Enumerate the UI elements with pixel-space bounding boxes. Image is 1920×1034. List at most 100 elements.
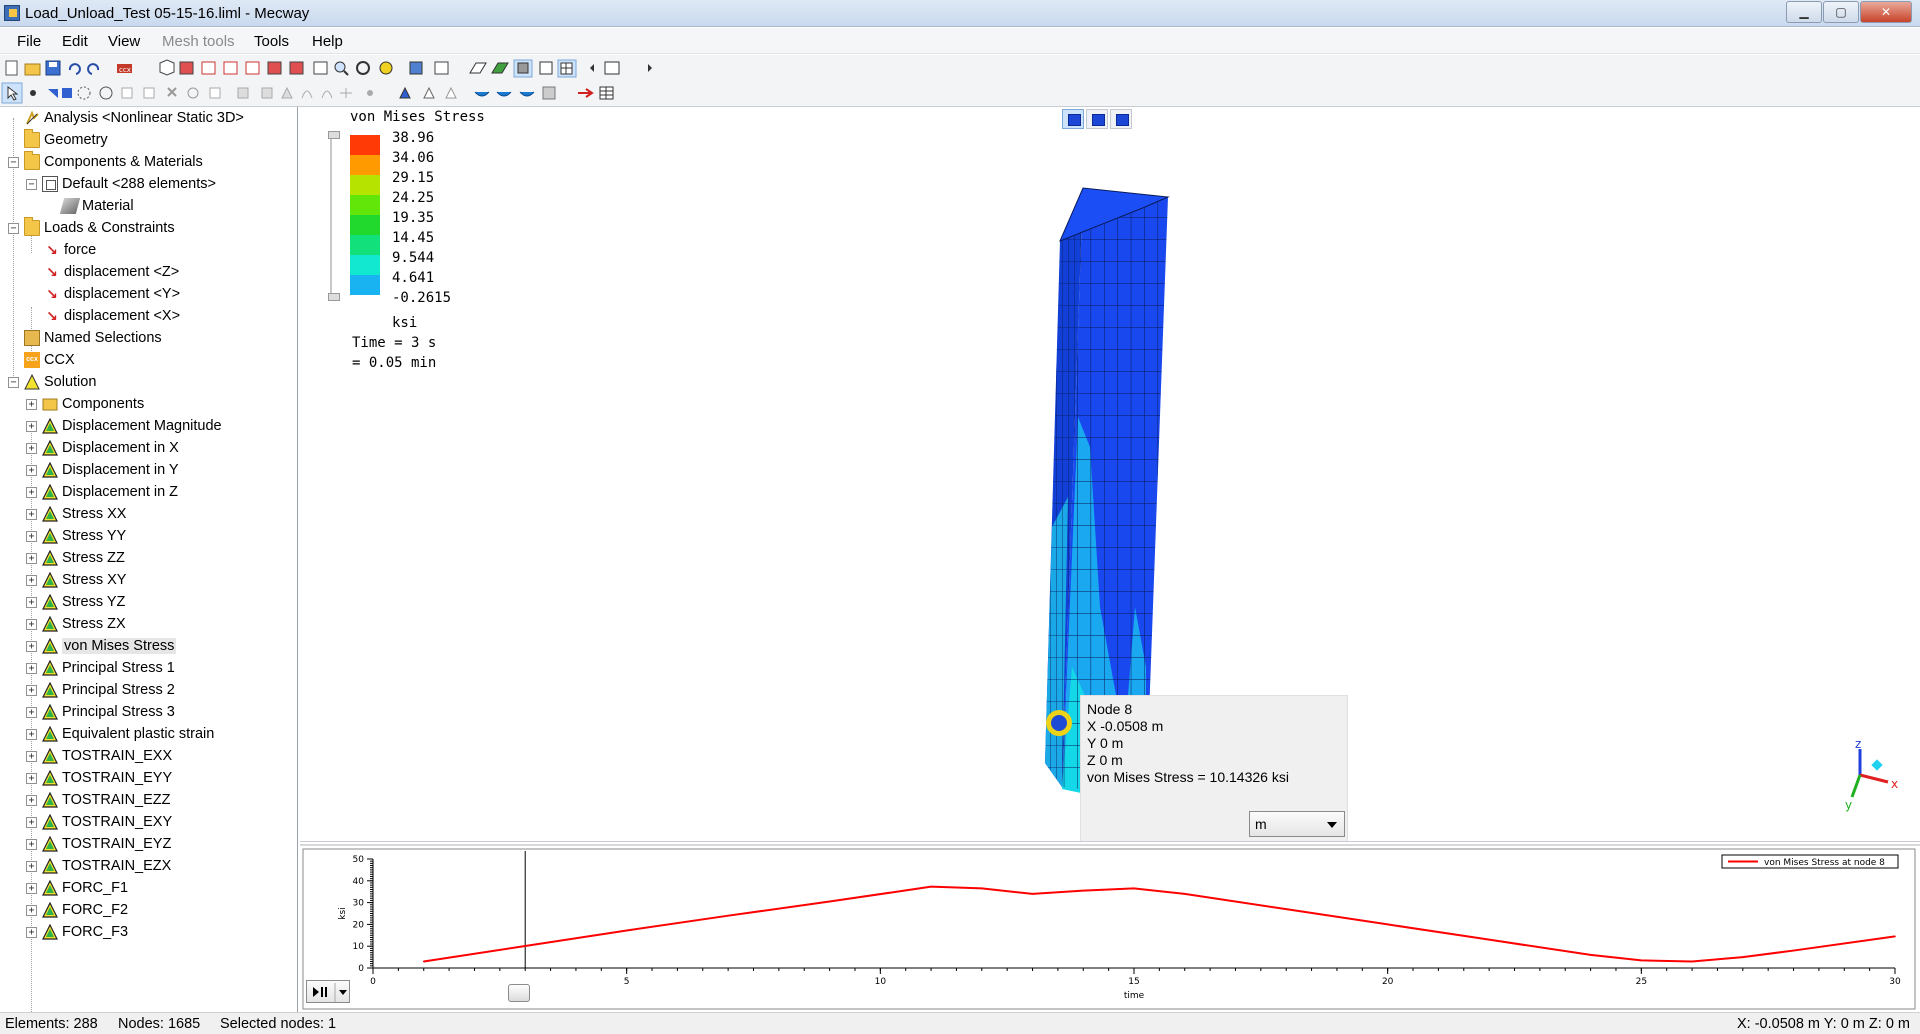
tree-item-solution-result[interactable]: + Stress ZX — [26, 613, 126, 635]
expand-toggle[interactable]: + — [26, 640, 37, 652]
select-all-icon[interactable] — [77, 86, 91, 100]
new-file-icon[interactable] — [5, 60, 18, 76]
select-arrow-icon[interactable] — [1, 82, 23, 104]
tree-item-solution-result[interactable]: + TOSTRAIN_EYZ — [26, 833, 171, 855]
expand-toggle[interactable]: + — [26, 508, 37, 520]
expand-toggle[interactable]: + — [26, 596, 37, 608]
expand-toggle[interactable]: + — [26, 838, 37, 850]
expand-toggle[interactable]: + — [26, 442, 37, 454]
solid-view-icon[interactable] — [513, 59, 533, 78]
extrude-icon[interactable] — [281, 86, 293, 99]
previous-icon[interactable] — [590, 64, 594, 72]
expand-toggle[interactable]: + — [26, 530, 37, 542]
split-icon[interactable] — [261, 87, 273, 99]
mirror-icon[interactable] — [340, 88, 352, 98]
minimize-button[interactable]: ▁ — [1786, 1, 1822, 23]
tree-item-components-materials[interactable]: − Components & Materials — [8, 151, 203, 173]
render-mode-icon[interactable] — [409, 61, 423, 75]
undo-icon[interactable] — [68, 63, 81, 75]
selected-node-marker[interactable] — [1046, 710, 1072, 736]
tree-item-solution-result[interactable]: + Principal Stress 1 — [26, 657, 175, 679]
tree-item-solution-result[interactable]: + Stress ZZ — [26, 547, 125, 569]
delete-icon[interactable] — [167, 87, 177, 97]
expand-toggle[interactable]: + — [26, 552, 37, 564]
next-icon[interactable] — [648, 64, 652, 72]
menu-edit[interactable]: Edit — [62, 33, 88, 50]
menu-help[interactable]: Help — [312, 33, 343, 50]
expand-toggle[interactable]: + — [26, 772, 37, 784]
tree-item-solution-result[interactable]: + TOSTRAIN_EZZ — [26, 789, 171, 811]
tree-item-solution-result[interactable]: + Displacement in Y — [26, 459, 179, 481]
select-mode-icon[interactable] — [434, 61, 449, 75]
tree-item-displacement-z[interactable]: ↘ displacement <Z> — [44, 261, 179, 283]
select-face-icon[interactable] — [62, 88, 72, 98]
tree-item-solution-result[interactable]: + FORC_F1 — [26, 877, 128, 899]
tree-item-solution-result[interactable]: + Stress XX — [26, 503, 126, 525]
expand-toggle[interactable]: + — [26, 420, 37, 432]
tree-item-solution-result[interactable]: + Displacement in Z — [26, 481, 178, 503]
explode-icon[interactable] — [99, 86, 113, 100]
collapse-toggle[interactable]: − — [8, 222, 19, 234]
triangle2-icon[interactable] — [445, 86, 457, 99]
pan-icon[interactable] — [379, 61, 393, 75]
expand-toggle[interactable]: + — [26, 794, 37, 806]
tree-item-solution-result[interactable]: + TOSTRAIN_EXX — [26, 745, 172, 767]
select-element-icon[interactable] — [48, 89, 58, 98]
tree-item-solution-result[interactable]: + Displacement Magnitude — [26, 415, 222, 437]
expand-toggle[interactable]: + — [26, 904, 37, 916]
tree-item-named-selections[interactable]: Named Selections — [24, 327, 162, 349]
expand-toggle[interactable]: + — [26, 816, 37, 828]
view-front-icon[interactable] — [179, 61, 194, 75]
tree-item-solution-result[interactable]: + Equivalent plastic strain — [26, 723, 214, 745]
close-button[interactable]: ✕ — [1860, 1, 1912, 23]
tree-item-force[interactable]: ↘ force — [44, 239, 96, 261]
zoom-fit-icon[interactable] — [313, 61, 328, 75]
view-iso-icon[interactable] — [159, 59, 175, 76]
redo-icon[interactable] — [87, 63, 100, 75]
tree-item-material[interactable]: Material — [59, 195, 134, 217]
wireframe-view-icon[interactable] — [539, 61, 553, 75]
menu-view[interactable]: View — [108, 33, 140, 50]
expand-toggle[interactable]: + — [26, 882, 37, 894]
solve-icon[interactable]: ccx — [117, 64, 132, 74]
bc-icon[interactable] — [399, 86, 411, 99]
expand-toggle[interactable]: + — [26, 750, 37, 762]
view-left-icon[interactable] — [223, 61, 238, 75]
tree-item-solution-result[interactable]: + Displacement in X — [26, 437, 179, 459]
view-back-icon[interactable] — [201, 61, 216, 75]
model-viewport[interactable]: von Mises Stress 38.96 34.06 29.15 24.25 19.… — [300, 107, 1920, 842]
tree-item-solution-result[interactable]: + Principal Stress 2 — [26, 679, 175, 701]
expand-toggle[interactable]: + — [26, 860, 37, 872]
menu-tools[interactable]: Tools — [254, 33, 289, 50]
hide-icon[interactable] — [121, 87, 133, 99]
refine-icon[interactable] — [542, 86, 556, 100]
pattern-icon[interactable] — [367, 90, 373, 96]
table-icon[interactable] — [599, 86, 614, 100]
zoom-icon[interactable] — [334, 61, 349, 76]
tree-item-solution-result[interactable]: + Stress YZ — [26, 591, 125, 613]
cut-icon[interactable] — [187, 87, 199, 99]
view-bottom-icon[interactable] — [289, 61, 304, 75]
time-slider-thumb[interactable] — [508, 984, 530, 1002]
shell-icon[interactable] — [496, 91, 512, 97]
tree-item-solution-result[interactable]: + Principal Stress 3 — [26, 701, 175, 723]
save-icon[interactable] — [45, 60, 61, 76]
tree-item-solution[interactable]: − Solution — [8, 371, 96, 393]
view-top-icon[interactable] — [267, 61, 282, 75]
expand-toggle[interactable]: + — [26, 728, 37, 740]
tree-item-solution-result[interactable]: + TOSTRAIN_EZX — [26, 855, 171, 877]
box-icon[interactable] — [143, 87, 155, 99]
collapse-toggle[interactable]: − — [8, 156, 19, 168]
tree-item-geometry[interactable]: Geometry — [8, 129, 108, 151]
rotate-icon[interactable] — [356, 61, 370, 75]
maximize-button[interactable]: ▢ — [1823, 1, 1859, 23]
tree-item-solution-result[interactable]: + FORC_F2 — [26, 899, 128, 921]
expand-toggle[interactable]: + — [26, 464, 37, 476]
view-right-icon[interactable] — [245, 61, 260, 75]
tree-item-solution-result[interactable]: + Stress YY — [26, 525, 126, 547]
plate-icon[interactable] — [474, 91, 490, 97]
slice-icon[interactable] — [604, 61, 620, 75]
sweep-icon[interactable] — [321, 90, 333, 99]
select-node-icon[interactable] — [30, 90, 36, 96]
merge-icon[interactable] — [237, 87, 249, 99]
